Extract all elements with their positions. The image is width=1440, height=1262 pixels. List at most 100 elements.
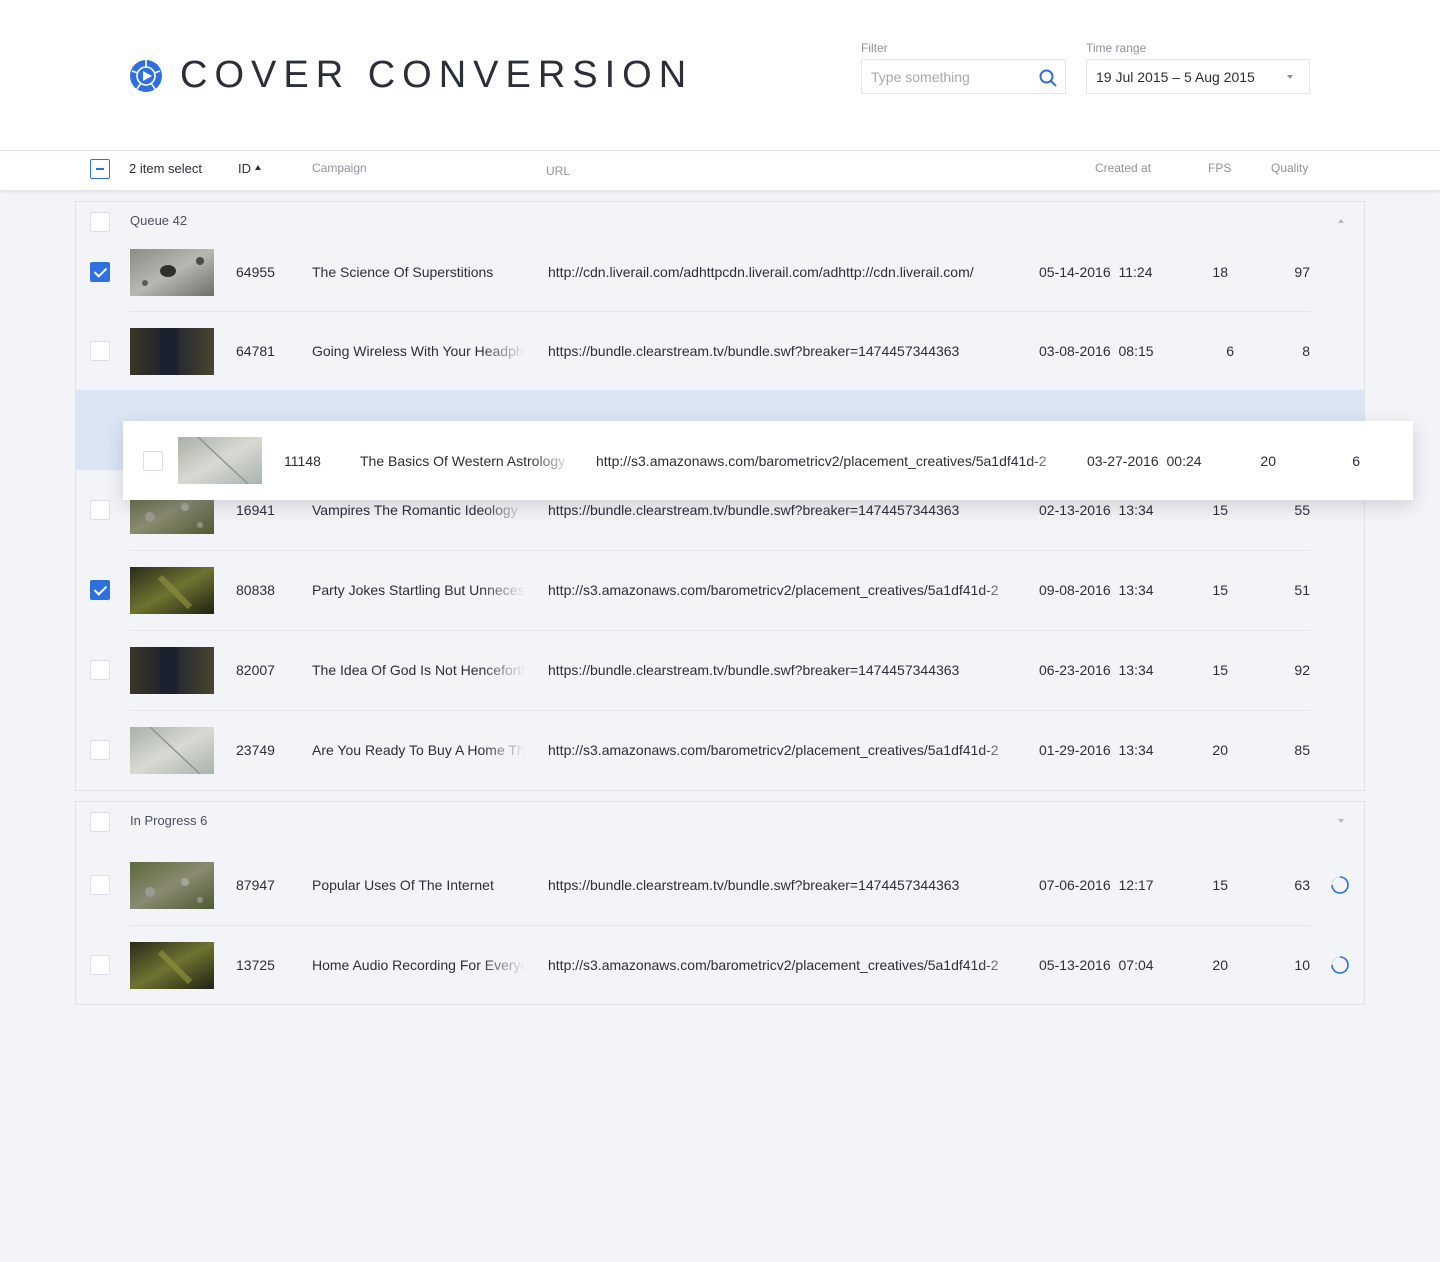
cell-campaign: Vampires The Romantic Ideology xyxy=(312,501,526,519)
cell-url[interactable]: https://bundle.clearstream.tv/bundle.swf… xyxy=(548,342,1024,360)
cell-fps: 6 xyxy=(1226,343,1234,359)
cell-id: 82007 xyxy=(236,662,275,678)
dragging-row[interactable]: 11148 The Basics Of Western Astrology ht… xyxy=(123,421,1413,500)
table-row[interactable]: 87947 Popular Uses Of The Internet https… xyxy=(0,845,1440,925)
row-checkbox[interactable] xyxy=(90,500,110,520)
column-header-created-at[interactable]: Created at xyxy=(1095,161,1151,175)
thumbnail-image xyxy=(130,328,214,375)
cell-quality: 97 xyxy=(1294,264,1310,280)
cell-campaign: The Basics Of Western Astrology xyxy=(360,452,574,470)
spinner-icon xyxy=(1331,956,1349,974)
select-all-checkbox[interactable] xyxy=(90,159,110,179)
cell-quality: 8 xyxy=(1302,343,1310,359)
row-checkbox[interactable] xyxy=(90,262,110,282)
logo-icon xyxy=(130,60,162,92)
cell-url[interactable]: https://bundle.clearstream.tv/bundle.swf… xyxy=(548,661,1024,679)
row-checkbox[interactable] xyxy=(90,875,110,895)
cell-created-at: 02-13-2016 13:34 xyxy=(1039,502,1154,518)
column-header-fps[interactable]: FPS xyxy=(1208,161,1231,175)
row-checkbox[interactable] xyxy=(90,341,110,361)
cell-quality: 55 xyxy=(1294,502,1310,518)
cell-campaign: Are You Ready To Buy A Home That xyxy=(312,741,526,759)
row-checkbox[interactable] xyxy=(90,660,110,680)
cell-url[interactable]: http://s3.amazonaws.com/barometricv2/pla… xyxy=(596,452,1072,470)
cell-fps: 15 xyxy=(1212,502,1228,518)
cell-id: 16941 xyxy=(236,502,275,518)
cell-id: 23749 xyxy=(236,742,275,758)
thumbnail-image xyxy=(130,727,214,774)
collapse-caret-icon[interactable] xyxy=(1338,219,1344,223)
table-row[interactable]: 13725 Home Audio Recording For Everyone … xyxy=(0,925,1440,1005)
thumbnail-image xyxy=(178,437,262,484)
table-row[interactable]: 64955 The Science Of Superstitions http:… xyxy=(0,232,1440,312)
selection-count: 2 item select xyxy=(129,161,202,176)
thumbnail-image xyxy=(130,647,214,694)
group-label: In Progress 6 xyxy=(130,813,208,828)
column-header-campaign[interactable]: Campaign xyxy=(312,161,367,175)
cell-created-at: 07-06-2016 12:17 xyxy=(1039,877,1154,893)
table-row[interactable]: 80838 Party Jokes Startling But Unnecess… xyxy=(0,550,1440,630)
filter-label: Filter xyxy=(861,41,888,55)
search-icon[interactable] xyxy=(1039,69,1057,87)
cell-fps: 20 xyxy=(1212,742,1228,758)
spinner-icon xyxy=(1331,876,1349,894)
group-checkbox[interactable] xyxy=(90,812,110,832)
expand-caret-icon[interactable] xyxy=(1338,819,1344,823)
cell-url[interactable]: http://cdn.liverail.com/adhttpcdn.livera… xyxy=(548,263,1024,281)
cell-quality: 10 xyxy=(1294,957,1310,973)
cell-fps: 15 xyxy=(1212,877,1228,893)
cell-id: 11148 xyxy=(284,453,321,469)
time-range-label: Time range xyxy=(1086,41,1147,55)
cell-url[interactable]: https://bundle.clearstream.tv/bundle.swf… xyxy=(548,876,1024,894)
cell-id: 64781 xyxy=(236,343,275,359)
table-row[interactable]: 82007 The Idea Of God Is Not Henceforth … xyxy=(0,630,1440,710)
cell-id: 80838 xyxy=(236,582,275,598)
column-header-id[interactable]: ID xyxy=(238,161,261,176)
column-header-quality[interactable]: Quality xyxy=(1271,161,1308,175)
thumbnail-image xyxy=(130,942,214,989)
cell-quality: 6 xyxy=(1352,453,1360,469)
row-checkbox[interactable] xyxy=(143,451,163,471)
cell-created-at: 06-23-2016 13:34 xyxy=(1039,662,1154,678)
row-checkbox[interactable] xyxy=(90,580,110,600)
cell-campaign: Home Audio Recording For Everyone xyxy=(312,956,526,974)
cell-url[interactable]: http://s3.amazonaws.com/barometricv2/pla… xyxy=(548,581,1024,599)
filter-input[interactable] xyxy=(871,60,1031,93)
table-row[interactable]: 23749 Are You Ready To Buy A Home That h… xyxy=(0,710,1440,790)
thumbnail-image xyxy=(130,567,214,614)
cell-created-at: 03-27-2016 00:24 xyxy=(1087,453,1202,469)
cell-url[interactable]: http://s3.amazonaws.com/barometricv2/pla… xyxy=(548,741,1024,759)
cell-fps: 20 xyxy=(1212,957,1228,973)
cell-created-at: 01-29-2016 13:34 xyxy=(1039,742,1154,758)
cell-created-at: 05-14-2016 11:24 xyxy=(1039,264,1153,280)
thumbnail-image xyxy=(130,249,214,296)
thumbnail-image xyxy=(130,862,214,909)
group-checkbox[interactable] xyxy=(90,212,110,232)
cell-campaign: The Science Of Superstitions xyxy=(312,264,494,280)
cell-quality: 51 xyxy=(1294,582,1310,598)
time-range-select[interactable]: 19 Jul 2015 – 5 Aug 2015 xyxy=(1086,59,1310,94)
table-row[interactable]: 64781 Going Wireless With Your Headphone… xyxy=(0,311,1440,391)
cell-fps: 20 xyxy=(1260,453,1276,469)
cell-fps: 18 xyxy=(1212,264,1228,280)
column-header-url[interactable]: URL xyxy=(546,164,570,178)
cell-quality: 85 xyxy=(1294,742,1310,758)
table-header: 2 item select ID Campaign URL Created at… xyxy=(0,150,1440,190)
cell-id: 87947 xyxy=(236,877,275,893)
group-label: Queue 42 xyxy=(130,213,188,228)
cell-fps: 15 xyxy=(1212,662,1228,678)
cell-id: 64955 xyxy=(236,264,275,280)
caret-down-icon xyxy=(1287,75,1293,79)
cell-created-at: 03-08-2016 08:15 xyxy=(1039,343,1154,359)
time-range-value: 19 Jul 2015 – 5 Aug 2015 xyxy=(1096,69,1255,85)
sort-ascending-icon xyxy=(255,165,261,170)
cell-created-at: 09-08-2016 13:34 xyxy=(1039,582,1154,598)
top-bar: COVER CONVERSION Filter Time range 19 Ju… xyxy=(0,0,1440,150)
cell-url[interactable]: http://s3.amazonaws.com/barometricv2/pla… xyxy=(548,956,1024,974)
cell-created-at: 05-13-2016 07:04 xyxy=(1039,957,1154,973)
filter-field[interactable] xyxy=(861,59,1066,94)
row-checkbox[interactable] xyxy=(90,740,110,760)
cell-quality: 92 xyxy=(1294,662,1310,678)
row-checkbox[interactable] xyxy=(90,955,110,975)
cell-url[interactable]: https://bundle.clearstream.tv/bundle.swf… xyxy=(548,501,1024,519)
